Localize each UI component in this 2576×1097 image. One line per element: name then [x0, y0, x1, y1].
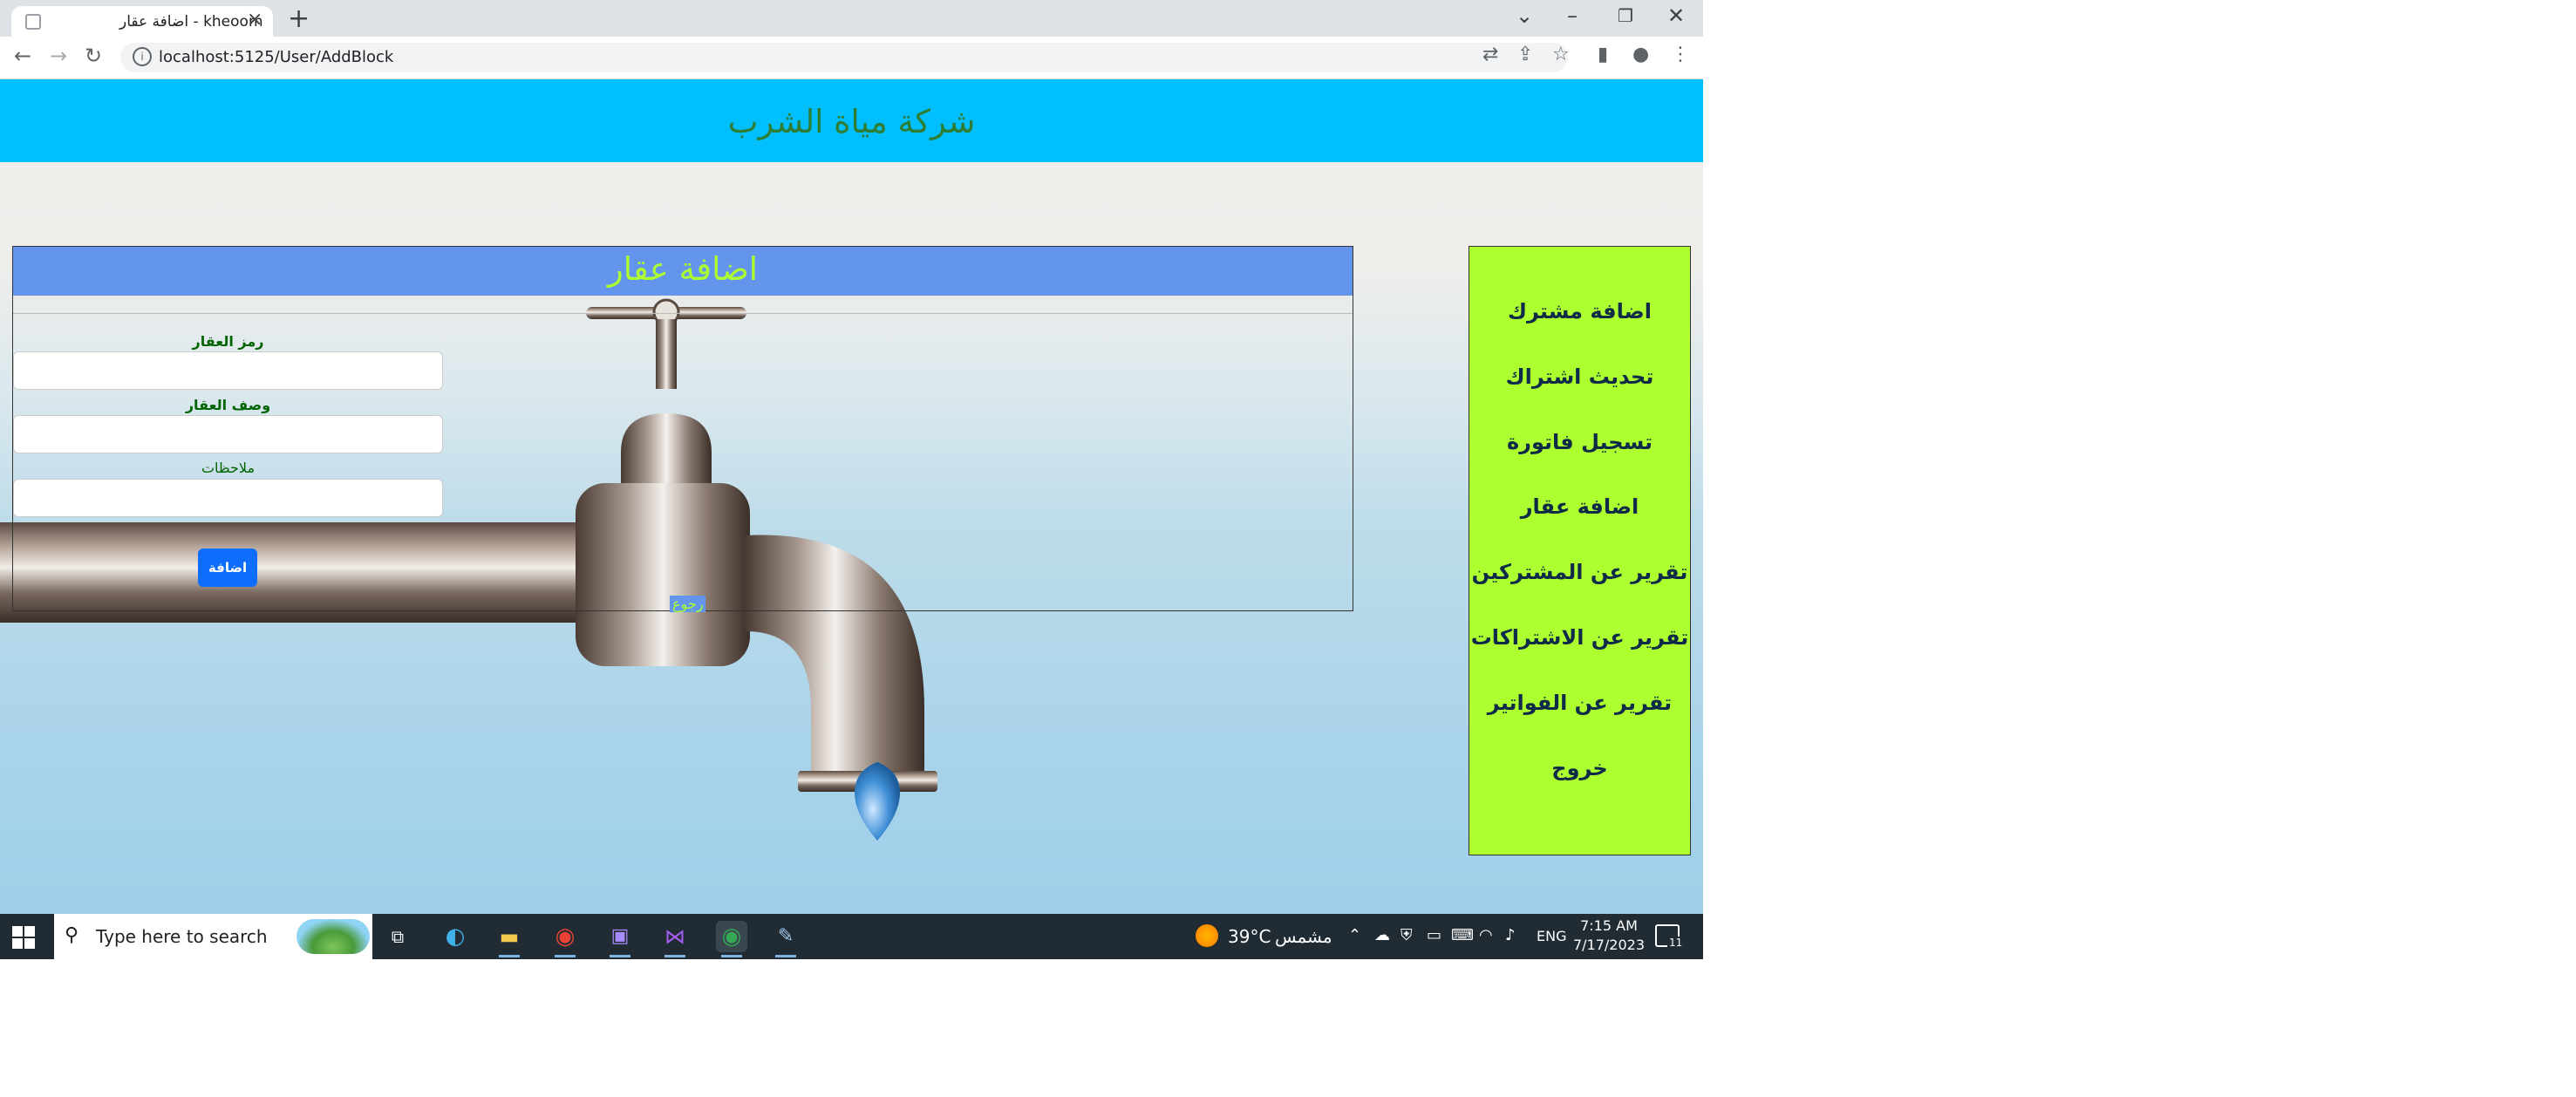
kebab-menu-icon[interactable]: ⋮ [1671, 44, 1690, 65]
search-icon: ⚲ [65, 924, 79, 946]
edge-browser-icon[interactable]: ◐ [440, 921, 471, 952]
chrome-active-icon[interactable]: ◉ [716, 921, 747, 957]
property-code-input[interactable] [13, 351, 443, 390]
weather-description[interactable]: مشمس [1275, 926, 1332, 947]
menu-item-invoices-report[interactable]: تقرير عن الفواتير [1469, 691, 1690, 715]
menu-item-add-subscriber[interactable]: اضافة مشترك [1469, 299, 1690, 324]
onedrive-icon[interactable]: ☁ [1374, 926, 1390, 944]
clock-date[interactable]: 7/17/2023 [1570, 937, 1648, 953]
menu-item-subscriptions-report[interactable]: تقرير عن الاشتراكات [1469, 625, 1690, 650]
site-info-icon[interactable]: i [133, 47, 152, 66]
form-divider [13, 313, 1353, 314]
browser-tab-strip: اضافة عقار - kheoom × + ⌄ – ❐ ✕ [0, 0, 1703, 37]
browser-toolbar: ← → ↻ i localhost:5125/User/AddBlock ⇄ ⇪… [0, 37, 1703, 79]
back-link[interactable]: رجوع [670, 596, 706, 612]
language-indicator[interactable]: ENG [1537, 928, 1566, 944]
bookmark-star-icon[interactable]: ☆ [1552, 44, 1570, 65]
add-property-form: اضافة عقار رمز العقار وصف العقار ملاحظات… [12, 246, 1353, 612]
profile-avatar-icon[interactable]: ● [1632, 44, 1649, 65]
url-text[interactable]: localhost:5125/User/AddBlock [159, 48, 393, 66]
chrome-icon[interactable]: ◉ [549, 921, 581, 957]
restore-icon[interactable]: ❐ [1618, 5, 1633, 26]
paint-app-icon[interactable]: ✎ [770, 921, 801, 957]
weather-sun-icon[interactable] [1196, 924, 1218, 947]
clock-time[interactable]: 7:15 AM [1574, 917, 1644, 934]
property-code-label: رمز العقار [192, 333, 264, 350]
terminal-icon[interactable]: ▣ [604, 921, 636, 957]
translate-icon[interactable]: ⇄ [1482, 44, 1498, 65]
forward-arrow-icon[interactable]: → [50, 44, 67, 68]
tray-chevron-icon[interactable]: ⌃ [1348, 926, 1361, 944]
tab-search-chevron-icon[interactable]: ⌄ [1516, 3, 1533, 28]
security-icon[interactable]: ⛨ [1400, 926, 1413, 944]
address-bar[interactable]: i localhost:5125/User/AddBlock [120, 43, 1568, 72]
browser-tab-active[interactable]: اضافة عقار - kheoom × [11, 6, 273, 37]
menu-item-register-invoice[interactable]: تسجيل فاتورة [1469, 430, 1690, 454]
volume-icon[interactable]: ♪ [1505, 926, 1516, 944]
notes-label: ملاحظات [201, 460, 256, 476]
search-highlight-image [296, 919, 370, 954]
minimize-icon[interactable]: – [1567, 3, 1578, 28]
menu-item-logout[interactable]: خروج [1469, 756, 1690, 780]
battery-icon[interactable]: ▭ [1427, 926, 1441, 944]
menu-item-subscribers-report[interactable]: تقرير عن المشتركين [1469, 560, 1690, 584]
notifications-count: 11 [1667, 937, 1685, 949]
side-menu: اضافة مشترك تحديث اشتراك تسجيل فاتورة اض… [1469, 246, 1691, 855]
taskbar-search-box[interactable]: ⚲ Type here to search [54, 914, 372, 959]
property-description-label: وصف العقار [185, 397, 271, 413]
new-tab-icon[interactable]: + [288, 3, 310, 34]
page-viewport: شركة مياة الشرب اضافة عقار رمز العقار وص… [0, 79, 1703, 914]
file-explorer-icon[interactable]: ▬ [494, 921, 525, 957]
side-panel-icon[interactable]: ▮ [1598, 44, 1608, 65]
share-icon[interactable]: ⇪ [1517, 44, 1533, 65]
visual-studio-icon[interactable]: ⋈ [659, 921, 691, 957]
windows-start-icon[interactable] [12, 926, 35, 949]
form-heading: اضافة عقار [13, 247, 1353, 296]
wifi-icon[interactable]: ◠ [1479, 926, 1493, 944]
back-arrow-icon[interactable]: ← [14, 44, 31, 68]
taskbar-search-placeholder: Type here to search [96, 926, 268, 947]
page-favicon-icon [25, 14, 41, 30]
weather-temperature[interactable]: 39°C [1228, 926, 1271, 947]
reload-icon[interactable]: ↻ [85, 44, 102, 68]
add-button[interactable]: اضافة [198, 548, 257, 587]
site-title: شركة مياة الشرب [727, 103, 976, 140]
menu-item-update-subscription[interactable]: تحديث اشتراك [1469, 365, 1690, 389]
tab-title: اضافة عقار - kheoom [119, 13, 263, 31]
task-view-icon[interactable]: ⧉ [382, 921, 413, 952]
property-description-input[interactable] [13, 415, 443, 453]
site-header: شركة مياة الشرب [0, 79, 1703, 162]
tab-close-icon[interactable]: × [247, 9, 262, 31]
close-window-icon[interactable]: ✕ [1667, 3, 1685, 28]
menu-item-add-property[interactable]: اضافة عقار [1469, 494, 1690, 519]
notes-input[interactable] [13, 479, 443, 517]
windows-taskbar: ⚲ Type here to search ⧉ ◐ ▬ ◉ ▣ ⋈ ◉ ✎ 39… [0, 914, 1703, 959]
input-method-icon[interactable]: ⌨ [1451, 926, 1474, 944]
